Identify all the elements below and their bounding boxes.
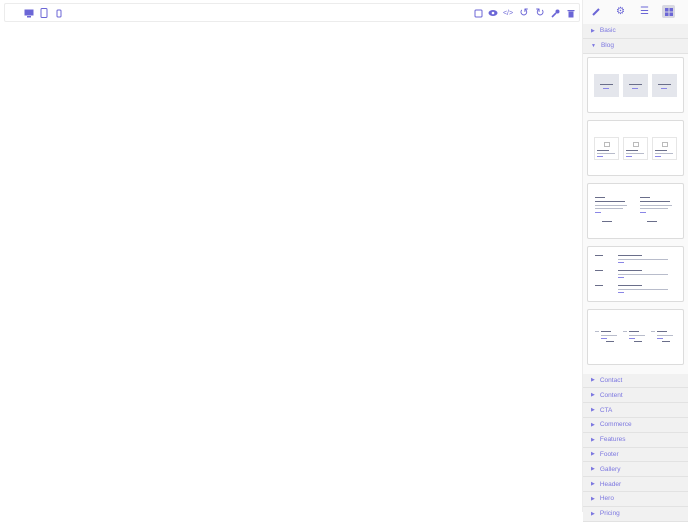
blocks-icon[interactable] [662, 5, 675, 18]
category-label: Gallery [599, 465, 621, 473]
category-basic[interactable]: ▶ Basic [583, 24, 688, 39]
category-label: Footer [599, 450, 619, 458]
blog-blocks [583, 54, 688, 374]
undo-icon[interactable]: ↺ [519, 7, 529, 18]
caret-right-icon: ▶ [591, 421, 595, 428]
block-blog-5[interactable] [587, 308, 684, 365]
caret-down-icon: ▼ [591, 42, 596, 49]
block-blog-4[interactable] [587, 245, 684, 302]
category-label: Basic [599, 27, 616, 35]
category-hero[interactable]: ▶ Hero [583, 491, 688, 507]
category-label: Pricing [599, 510, 620, 518]
desktop-icon[interactable] [24, 8, 34, 18]
top-toolbar: </> ↺ ↻ [4, 3, 580, 22]
editor-canvas[interactable] [0, 24, 580, 512]
panel-tabs: ⚙ ☰ [583, 0, 688, 24]
category-label: CTA [599, 406, 613, 414]
category-pricing[interactable]: ▶ Pricing [583, 506, 688, 522]
right-panel: ⚙ ☰ ▶ Basic ▼ Blog ▶ Contact ▶ Content ▶… [582, 0, 688, 522]
mobile-icon[interactable] [54, 8, 64, 18]
tablet-icon[interactable] [39, 8, 49, 18]
category-label: Commerce [599, 421, 632, 429]
caret-right-icon: ▶ [591, 451, 595, 458]
category-cta[interactable]: ▶ CTA [583, 403, 688, 418]
category-label: Contact [599, 376, 623, 384]
category-blog[interactable]: ▼ Blog [583, 38, 688, 54]
trash-icon[interactable] [566, 8, 576, 18]
category-gallery[interactable]: ▶ Gallery [583, 462, 688, 478]
category-content[interactable]: ▶ Content [583, 388, 688, 404]
category-commerce[interactable]: ▶ Commerce [583, 417, 688, 433]
caret-right-icon: ▶ [591, 436, 595, 443]
category-header[interactable]: ▶ Header [583, 477, 688, 492]
category-label: Features [599, 436, 626, 444]
gear-icon[interactable]: ⚙ [614, 5, 627, 18]
caret-right-icon: ▶ [591, 495, 595, 502]
block-blog-2[interactable] [587, 119, 684, 176]
wrench-icon[interactable] [550, 8, 560, 18]
block-blog-1[interactable] [587, 56, 684, 113]
caret-right-icon: ▶ [591, 377, 595, 384]
category-features[interactable]: ▶ Features [583, 432, 688, 448]
redo-icon[interactable]: ↻ [535, 7, 545, 18]
caret-right-icon: ▶ [591, 481, 595, 488]
category-label: Content [599, 391, 623, 399]
category-contact[interactable]: ▶ Contact [583, 373, 688, 389]
outline-icon[interactable] [473, 8, 483, 18]
layers-icon[interactable]: ☰ [638, 5, 651, 18]
category-footer[interactable]: ▶ Footer [583, 447, 688, 463]
category-label: Blog [600, 42, 614, 50]
block-blog-3[interactable] [587, 182, 684, 239]
category-label: Header [599, 480, 622, 488]
caret-right-icon: ▶ [591, 407, 595, 414]
caret-right-icon: ▶ [591, 392, 595, 399]
code-icon[interactable]: </> [503, 8, 513, 18]
category-list: ▶ Contact ▶ Content ▶ CTA ▶ Commerce ▶ Featur… [583, 373, 688, 522]
caret-right-icon: ▶ [591, 27, 595, 34]
category-label: Hero [599, 495, 614, 503]
brush-icon[interactable] [590, 5, 603, 18]
caret-right-icon: ▶ [591, 466, 595, 473]
eye-icon[interactable] [488, 8, 498, 18]
